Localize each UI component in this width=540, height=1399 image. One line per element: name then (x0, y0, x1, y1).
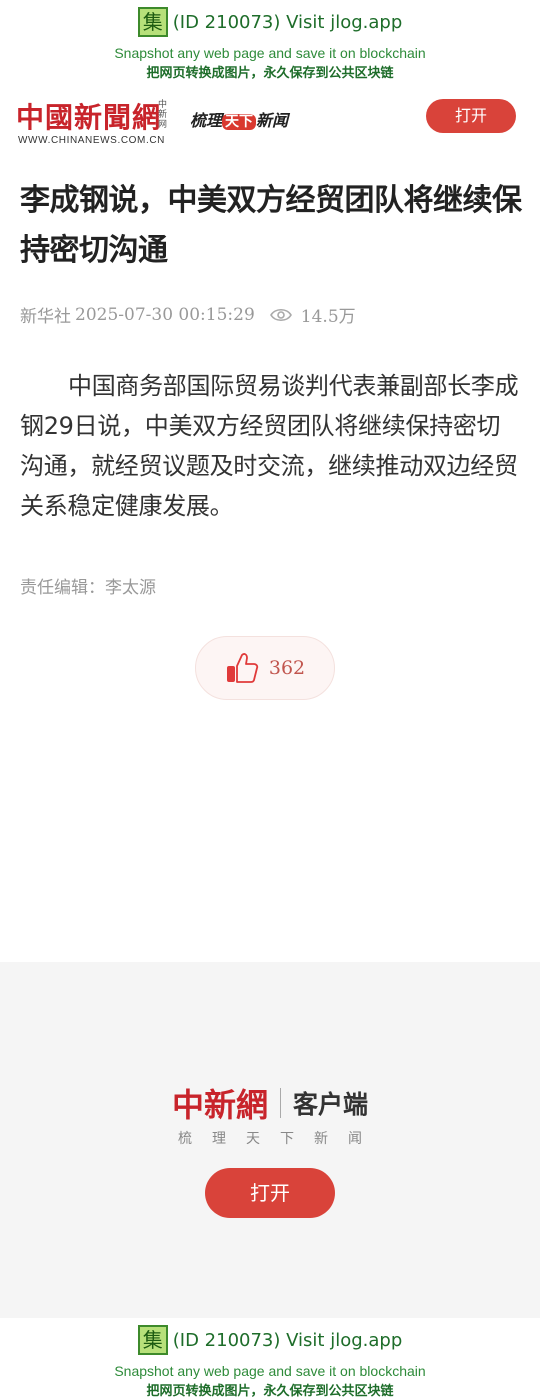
site-slogan: 梳理 天下 新闻 (190, 107, 288, 131)
slogan-mid: 天下 (222, 114, 257, 130)
eye-icon (269, 308, 292, 321)
site-url: WWW.CHINANEWS.COM.CN (18, 135, 165, 146)
article-meta: 新华社 2025-07-30 00:15:29 14.5万 (20, 302, 356, 328)
article-editor: 责任编辑：李太源 (20, 578, 156, 598)
banner-title-row: 集 (ID 210073) Visit jlog.app (0, 7, 540, 37)
banner-subtitle-cn-bottom: 把网页转换成图片，永久保存到公共区块链 (146, 1384, 394, 1399)
article-views: 14.5万 (300, 307, 356, 327)
open-app-button[interactable]: 打开 (426, 99, 516, 133)
thumbs-up-icon (226, 653, 258, 683)
promo-open-button[interactable]: 打开 (205, 1168, 335, 1218)
promo-brand: 中新網 (171, 1086, 268, 1124)
promo-divider (280, 1088, 281, 1118)
jlog-banner-bottom: 集 (ID 210073) Visit jlog.app Snapshot an… (0, 1318, 540, 1399)
promo-slogan: 梳理天下新闻 (178, 1131, 382, 1147)
jlog-banner-top: 集 (ID 210073) Visit jlog.app Snapshot an… (0, 0, 540, 88)
article-datetime: 2025-07-30 00:15:29 (75, 304, 255, 325)
banner-subtitle-cn: 把网页转换成图片，永久保存到公共区块链 (146, 66, 394, 81)
banner-title-row-bottom: 集 (ID 210073) Visit jlog.app (0, 1325, 540, 1355)
like-count: 362 (268, 657, 306, 679)
banner-subtitle-en-bottom: Snapshot any web page and save it on blo… (114, 1363, 426, 1379)
slogan-prefix: 梳理 (190, 111, 223, 130)
like-button[interactable]: 362 (195, 636, 335, 700)
site-header: 中國新聞網 中新网 WWW.CHINANEWS.COM.CN 梳理 天下 新闻 打开 (0, 88, 540, 158)
promo-logo: 中新網 客户端 (0, 1080, 540, 1126)
promo-app-label: 客户端 (293, 1090, 369, 1119)
app-promo: 中新網 客户端 梳理天下新闻 打开 (0, 962, 540, 1318)
site-logo[interactable]: 中國新聞網 (16, 96, 161, 136)
banner-subtitle-en: Snapshot any web page and save it on blo… (114, 45, 426, 61)
banner-title[interactable]: (ID 210073) Visit jlog.app (173, 12, 403, 33)
site-logo-small: 中新网 (158, 100, 168, 130)
article-title: 李成钢说，中美双方经贸团队将继续保持密切沟通 (20, 183, 522, 268)
jlog-logo-icon: 集 (137, 7, 168, 37)
banner-title-bottom[interactable]: (ID 210073) Visit jlog.app (173, 1330, 403, 1351)
jlog-logo-icon-bottom: 集 (137, 1325, 168, 1355)
article-source: 新华社 (20, 307, 71, 327)
article-body: 中国商务部国际贸易谈判代表兼副部长李成钢29日说，中美双方经贸团队将继续保持密切… (20, 372, 519, 520)
slogan-suffix: 新闻 (256, 111, 289, 130)
